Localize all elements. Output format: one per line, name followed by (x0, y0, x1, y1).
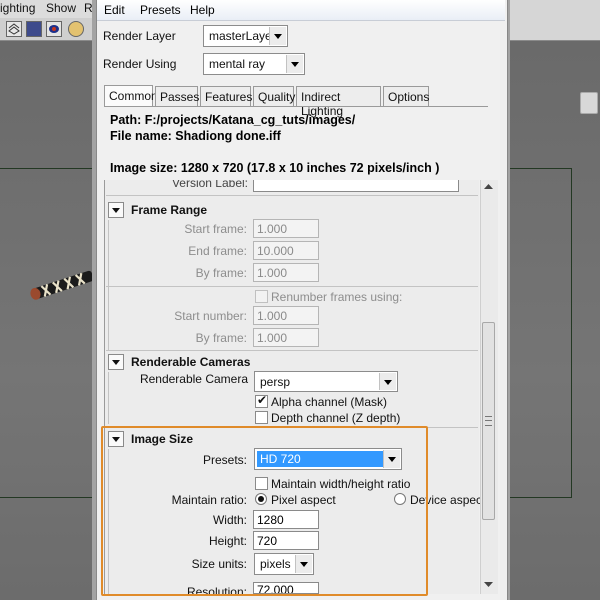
scroll-down-icon[interactable] (483, 581, 494, 589)
version-label-field[interactable] (253, 180, 459, 192)
section-rail (108, 449, 109, 595)
size-units-dropdown[interactable]: pixels (254, 553, 314, 575)
renderable-cameras-collapse-icon[interactable] (108, 354, 124, 370)
grip-icon (485, 416, 492, 426)
by-frame-field[interactable]: 1.000 (253, 263, 319, 282)
bg-menu-show[interactable]: Show (46, 1, 76, 15)
frame-range-title: Frame Range (131, 203, 208, 217)
renderable-camera-label: Renderable Camera (139, 372, 248, 386)
height-label: Height: (208, 534, 247, 548)
width-label: Width: (212, 513, 247, 527)
render-using-label: Render Using (103, 57, 177, 71)
render-using-dropdown[interactable]: mental ray (203, 53, 305, 75)
end-frame-label: End frame: (188, 244, 247, 258)
tab-divider (104, 106, 488, 107)
path-info: Path: F:/projects/Katana_cg_tuts/images/ (110, 113, 356, 127)
background-right-panel (508, 0, 600, 40)
size-units-value: pixels (260, 557, 291, 571)
section-rail (108, 220, 109, 350)
renumber-frames-label: Renumber frames using: (271, 290, 403, 304)
renderable-camera-value: persp (260, 375, 291, 389)
start-number-label: Start number: (174, 309, 247, 323)
device-aspect-label: Device aspect (410, 493, 486, 507)
alpha-channel-label: Alpha channel (Mask) (271, 395, 388, 409)
height-field[interactable]: 720 (253, 531, 319, 550)
renumber-frames-checkbox[interactable] (255, 290, 268, 303)
resolution-label: Resolution: (186, 585, 247, 594)
depth-channel-checkbox[interactable] (255, 411, 268, 424)
image-size-info: Image size: 1280 x 720 (17.8 x 10 inches… (110, 161, 440, 175)
presets-dropdown[interactable]: HD 720 (254, 448, 402, 470)
scroll-up-icon[interactable] (483, 182, 494, 190)
start-frame-label: Start frame: (184, 222, 247, 236)
image-size-title: Image Size (131, 432, 194, 446)
tab-indirect-lighting[interactable]: Indirect Lighting (296, 86, 381, 118)
tab-options[interactable]: Options (383, 86, 429, 106)
maintain-wh-ratio-label: Maintain width/height ratio (271, 477, 411, 491)
section-separator (106, 350, 478, 351)
render-using-value: mental ray (209, 57, 266, 71)
maintain-ratio-label: Maintain ratio: (171, 493, 247, 507)
section-separator (106, 427, 478, 428)
start-frame-field[interactable]: 1.000 (253, 219, 319, 238)
pixel-aspect-radio[interactable] (255, 493, 267, 505)
tab-common[interactable]: Common (104, 85, 158, 107)
chevron-down-icon (269, 27, 286, 45)
section-separator (106, 286, 478, 287)
renderable-cameras-title: Renderable Cameras (131, 355, 251, 369)
by-frame-2-field[interactable]: 1.000 (253, 328, 319, 347)
by-frame-2-label: By frame: (195, 331, 247, 345)
shaded-icon[interactable] (26, 21, 42, 37)
by-frame-label: By frame: (195, 266, 247, 280)
view-cube-icon[interactable] (580, 92, 598, 114)
bg-menu-lighting[interactable]: ighting (0, 1, 35, 15)
end-frame-field[interactable]: 10.000 (253, 241, 319, 260)
wireframe-icon[interactable] (6, 21, 22, 37)
tab-passes[interactable]: Passes (155, 86, 199, 106)
maintain-wh-ratio-checkbox[interactable] (255, 477, 268, 490)
image-size-collapse-icon[interactable] (108, 431, 124, 447)
lighting-icon[interactable] (68, 21, 84, 37)
katana-handle-model (30, 270, 94, 300)
size-units-label: Size units: (191, 557, 247, 571)
file-name-info: File name: Shadiong done.iff (110, 129, 281, 143)
menu-edit[interactable]: Edit (104, 3, 125, 17)
alpha-channel-checkbox[interactable] (255, 393, 268, 408)
render-layer-dropdown[interactable]: masterLayer (203, 25, 288, 47)
menu-presets[interactable]: Presets (140, 3, 181, 17)
tab-features[interactable]: Features (200, 86, 252, 106)
section-separator (106, 195, 478, 196)
menu-help[interactable]: Help (190, 3, 215, 17)
resolution-field[interactable]: 72.000 (253, 582, 319, 594)
depth-channel-label: Depth channel (Z depth) (271, 411, 401, 425)
renderable-camera-dropdown[interactable]: persp (254, 371, 398, 392)
version-label-label: Version Label: (171, 180, 248, 189)
chevron-down-icon (379, 373, 396, 390)
pixel-aspect-label: Pixel aspect (271, 493, 336, 507)
start-number-field[interactable]: 1.000 (253, 306, 319, 325)
section-rail (108, 372, 109, 424)
width-field[interactable]: 1280 (253, 510, 319, 529)
device-aspect-radio[interactable] (394, 493, 406, 505)
texture-icon[interactable] (46, 21, 62, 37)
chevron-down-icon (383, 450, 400, 468)
render-layer-value: masterLayer (209, 29, 276, 43)
chevron-down-icon (295, 555, 312, 573)
tab-quality[interactable]: Quality (253, 86, 295, 106)
render-layer-label: Render Layer (103, 29, 176, 43)
presets-value: HD 720 (260, 452, 301, 466)
presets-label: Presets: (202, 453, 247, 467)
frame-range-collapse-icon[interactable] (108, 202, 124, 218)
chevron-down-icon (286, 55, 303, 73)
